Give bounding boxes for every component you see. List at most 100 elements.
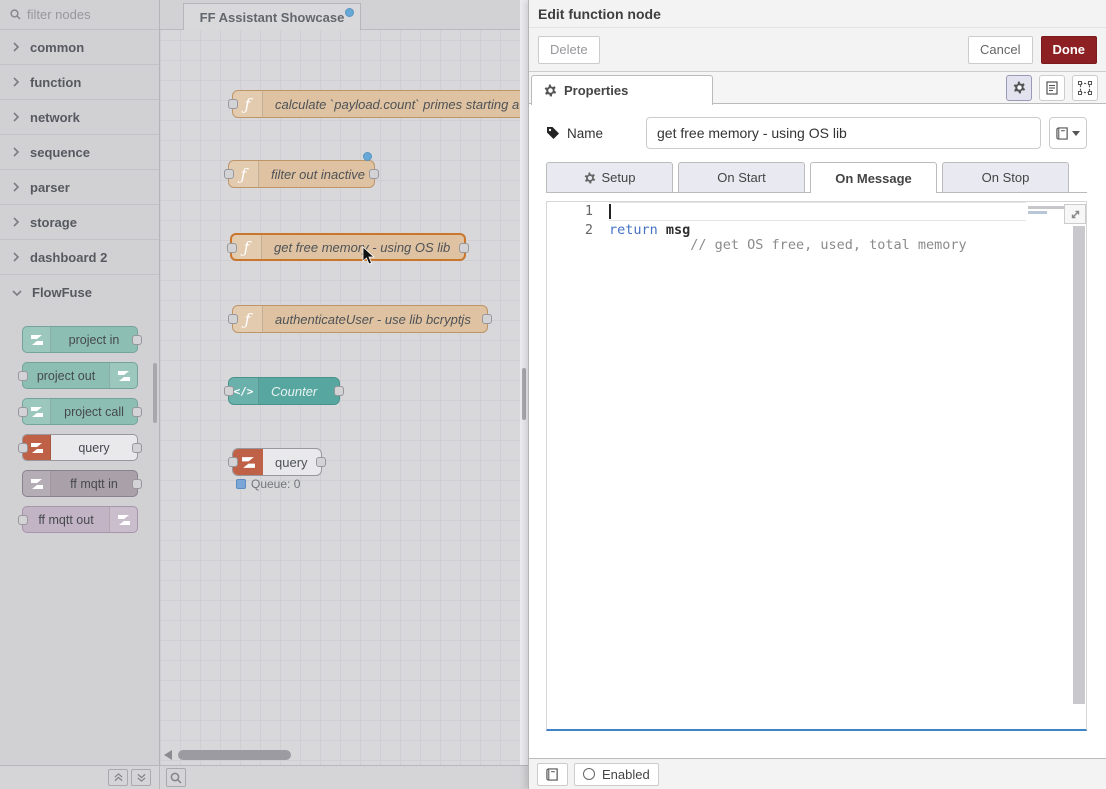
input-port[interactable] — [224, 169, 234, 179]
input-port[interactable] — [18, 443, 28, 453]
done-button[interactable]: Done — [1041, 36, 1098, 64]
output-port[interactable] — [369, 169, 379, 179]
flow-node-get-free-memory[interactable]: ƒ get free memory - using OS lib — [230, 233, 466, 261]
palette-category-parser[interactable]: parser — [0, 170, 159, 205]
tab-setup[interactable]: Setup — [546, 162, 673, 192]
collapse-all-button[interactable] — [108, 769, 128, 786]
output-port[interactable] — [459, 243, 469, 253]
minimap-line — [1028, 211, 1047, 214]
box-select-icon — [1078, 81, 1092, 95]
tab-label: On Message — [835, 171, 912, 186]
input-port[interactable] — [224, 386, 234, 396]
editor-scrollbar[interactable] — [1073, 226, 1085, 704]
flow-canvas[interactable]: FF Assistant Showcase ƒ calculate `paylo… — [160, 0, 520, 765]
flow-node-authenticate-user[interactable]: ƒ authenticateUser - use lib bcryptjs — [232, 305, 488, 333]
export-library-button[interactable] — [537, 763, 568, 786]
description-view-button[interactable] — [1039, 75, 1065, 101]
editor-code-area[interactable]: // get OS free, used, total memory retur… — [609, 202, 1026, 240]
category-label: common — [30, 40, 84, 55]
scroll-left-arrow[interactable] — [164, 750, 172, 760]
palette-node-project-in[interactable]: project in — [22, 326, 138, 353]
search-flows-button[interactable] — [166, 768, 186, 787]
book-icon — [1056, 127, 1069, 140]
input-port[interactable] — [228, 457, 238, 467]
palette-category-flowfuse[interactable]: FlowFuse — [0, 275, 159, 310]
appearance-view-button[interactable] — [1072, 75, 1098, 101]
book-icon — [546, 768, 559, 781]
flow-tab[interactable]: FF Assistant Showcase — [183, 3, 361, 30]
code-editor[interactable]: 1 2 // get OS free, used, total memory r… — [546, 201, 1087, 731]
palette-node-ff-mqtt-in[interactable]: ff mqtt in — [22, 470, 138, 497]
flow-node-query[interactable]: query — [232, 448, 322, 476]
delete-button[interactable]: Delete — [538, 36, 600, 64]
line-number: 1 — [547, 202, 609, 221]
palette-search[interactable]: filter nodes — [0, 0, 159, 30]
chevron-right-icon — [12, 42, 20, 52]
expand-icon — [1070, 209, 1081, 220]
palette-node-project-call[interactable]: project call — [22, 398, 138, 425]
search-icon — [10, 9, 21, 20]
output-port[interactable] — [316, 457, 326, 467]
input-port[interactable] — [228, 314, 238, 324]
palette-scrollbar[interactable] — [153, 363, 157, 423]
status-circle-icon — [583, 768, 595, 780]
tab-on-message[interactable]: On Message — [810, 162, 937, 193]
flow-tabbar: FF Assistant Showcase — [160, 0, 520, 30]
input-port[interactable] — [228, 99, 238, 109]
palette-category-sequence[interactable]: sequence — [0, 135, 159, 170]
input-port[interactable] — [18, 371, 28, 381]
tab-label: On Stop — [982, 170, 1030, 185]
name-label: Name — [567, 126, 603, 141]
name-input[interactable] — [646, 117, 1041, 149]
chevron-right-icon — [12, 112, 20, 122]
flow-node-calculate-primes[interactable]: ƒ calculate `payload.count` primes start… — [232, 90, 520, 118]
tab-on-stop[interactable]: On Stop — [942, 162, 1069, 192]
category-label: network — [30, 110, 80, 125]
document-icon — [1046, 81, 1058, 95]
code-keyword: return — [609, 222, 658, 238]
expand-editor-button[interactable] — [1064, 204, 1086, 224]
palette-node-query[interactable]: query — [22, 434, 138, 461]
input-port[interactable] — [18, 515, 28, 525]
flow-node-counter[interactable]: </> Counter — [228, 377, 340, 405]
tab-properties[interactable]: Properties — [531, 75, 713, 105]
palette-category-network[interactable]: network — [0, 100, 159, 135]
chevron-down-icon — [1072, 131, 1080, 136]
line-number: 2 — [547, 221, 609, 240]
palette-category-dashboard-2[interactable]: dashboard 2 — [0, 240, 159, 275]
magnifier-icon — [170, 772, 182, 784]
category-label: dashboard 2 — [30, 250, 107, 265]
output-port[interactable] — [482, 314, 492, 324]
palette-node-label: ff mqtt out — [23, 507, 109, 532]
output-port[interactable] — [132, 407, 142, 417]
output-port[interactable] — [132, 443, 142, 453]
category-label: FlowFuse — [32, 285, 92, 300]
name-label-group: Name — [546, 126, 638, 141]
palette: filter nodes common function network seq… — [0, 0, 160, 765]
output-port[interactable] — [132, 479, 142, 489]
palette-node-label: project in — [51, 327, 137, 352]
expand-all-button[interactable] — [131, 769, 151, 786]
palette-node-ff-mqtt-out[interactable]: ff mqtt out — [22, 506, 138, 533]
workspace: filter nodes common function network seq… — [0, 0, 528, 789]
text-cursor — [609, 204, 611, 219]
palette-footer — [0, 766, 160, 789]
palette-category-function[interactable]: function — [0, 65, 159, 100]
input-port[interactable] — [18, 407, 28, 417]
tab-properties-label: Properties — [564, 83, 628, 98]
gear-icon — [544, 84, 557, 97]
palette-node-project-out[interactable]: project out — [22, 362, 138, 389]
flow-node-filter-out-inactive[interactable]: ƒ filter out inactive — [228, 160, 375, 188]
properties-view-button[interactable] — [1006, 75, 1032, 101]
palette-category-common[interactable]: common — [0, 30, 159, 65]
tab-on-start[interactable]: On Start — [678, 162, 805, 192]
vertical-scrollbar[interactable] — [522, 368, 526, 420]
horizontal-scrollbar[interactable] — [178, 750, 291, 760]
output-port[interactable] — [334, 386, 344, 396]
cancel-button[interactable]: Cancel — [968, 36, 1032, 64]
input-port[interactable] — [227, 243, 237, 253]
library-button[interactable] — [1049, 117, 1087, 149]
enabled-toggle-button[interactable]: Enabled — [574, 763, 659, 786]
palette-category-storage[interactable]: storage — [0, 205, 159, 240]
output-port[interactable] — [132, 335, 142, 345]
